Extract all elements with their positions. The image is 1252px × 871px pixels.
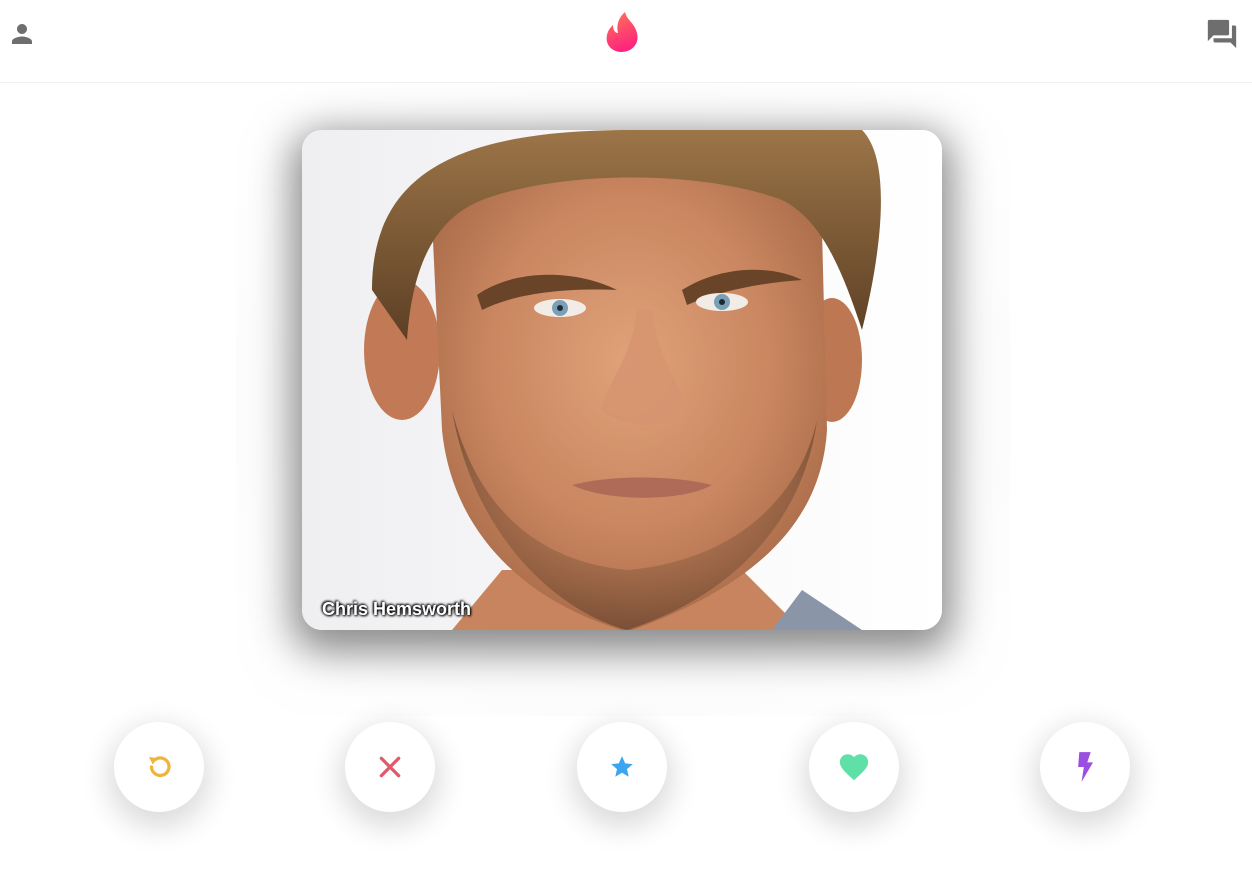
star-icon (611, 756, 633, 777)
profile-card[interactable]: Chris Hemsworth (302, 130, 942, 630)
super-like-button[interactable] (577, 722, 667, 812)
profile-name: Chris Hemsworth (322, 599, 472, 619)
forum-icon (1207, 19, 1237, 49)
heart-icon (839, 754, 869, 781)
top-bar (0, 0, 1252, 83)
messages-button[interactable] (1202, 14, 1242, 54)
like-button[interactable] (809, 722, 899, 812)
profile-button[interactable] (4, 16, 40, 52)
lightning-icon (1078, 752, 1093, 782)
person-icon (12, 24, 32, 44)
boost-button[interactable] (1040, 722, 1130, 812)
close-icon (379, 756, 401, 778)
portrait-photo (364, 130, 881, 630)
rewind-icon (149, 756, 171, 777)
nope-button[interactable] (345, 722, 435, 812)
app-logo (600, 8, 644, 56)
rewind-button[interactable] (114, 722, 204, 812)
flame-logo-icon (606, 12, 638, 52)
